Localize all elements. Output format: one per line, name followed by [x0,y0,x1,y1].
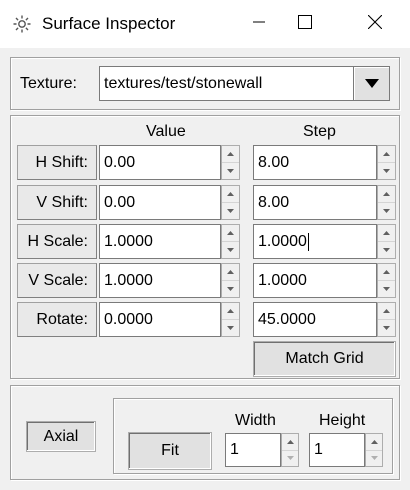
minimize-button[interactable] [236,0,282,48]
spinner-down-icon[interactable] [222,241,239,258]
spinner-down-icon[interactable] [378,319,395,336]
width-label: Width [235,412,276,429]
spinner-up-icon[interactable] [222,146,239,162]
spinner-down-icon[interactable] [378,241,395,258]
v-shift-value-spinner[interactable] [221,185,240,220]
spinner-up-icon[interactable] [282,434,298,450]
spinner-down-icon[interactable] [378,202,395,219]
height-label: Height [319,412,366,429]
spinner-down-icon[interactable] [222,319,239,336]
spinner-up-icon[interactable] [378,186,395,202]
gear-icon [12,14,32,34]
spinner-down-icon[interactable] [222,162,239,179]
h-shift-step-input[interactable]: 8.00 [253,145,377,180]
h-scale-step-text: 1.0000 [258,232,307,250]
spinner-down-icon[interactable] [366,449,382,467]
window-title: Surface Inspector [42,14,176,33]
rotate-value-input[interactable]: 0.0000 [99,302,221,337]
h-scale-label: H Scale: [17,224,97,259]
rotate-label: Rotate: [17,302,97,337]
value-column-header: Value [146,123,186,140]
texture-label: Texture: [20,75,77,92]
v-scale-step-input[interactable]: 1.0000 [253,263,377,298]
v-shift-step-input[interactable]: 8.00 [253,185,377,220]
texture-path-input[interactable]: textures/test/stonewall [99,66,354,101]
v-shift-value-input[interactable]: 0.00 [99,185,221,220]
v-scale-step-spinner[interactable] [377,263,396,298]
close-button[interactable] [352,0,398,48]
rotate-step-input[interactable]: 45.0000 [253,302,377,337]
h-shift-value-spinner[interactable] [221,145,240,180]
h-scale-value-spinner[interactable] [221,224,240,259]
v-shift-step-spinner[interactable] [377,185,396,220]
spinner-up-icon[interactable] [378,225,395,241]
spinner-down-icon[interactable] [282,449,298,467]
spinner-up-icon[interactable] [222,264,239,280]
h-scale-step-spinner[interactable] [377,224,396,259]
h-shift-step-spinner[interactable] [377,145,396,180]
spinner-up-icon[interactable] [222,186,239,202]
spinner-down-icon[interactable] [222,280,239,297]
spinner-up-icon[interactable] [222,225,239,241]
spinner-up-icon[interactable] [378,264,395,280]
fit-width-spinner[interactable] [281,433,299,467]
maximize-icon [298,14,312,34]
spinner-down-icon[interactable] [378,280,395,297]
v-shift-label: V Shift: [17,185,97,220]
step-column-header: Step [303,123,336,140]
spinner-down-icon[interactable] [378,162,395,179]
rotate-value-spinner[interactable] [221,302,240,337]
h-scale-value-input[interactable]: 1.0000 [99,224,221,259]
spinner-down-icon[interactable] [222,202,239,219]
minimize-icon [253,15,265,33]
rotate-step-spinner[interactable] [377,302,396,337]
fit-button[interactable]: Fit [128,432,212,470]
close-icon [367,14,383,34]
v-scale-label: V Scale: [17,263,97,298]
h-shift-value-input[interactable]: 0.00 [99,145,221,180]
h-shift-label: H Shift: [17,145,97,180]
spinner-up-icon[interactable] [378,303,395,319]
h-scale-step-input[interactable]: 1.0000 [253,224,377,259]
title-bar[interactable]: Surface Inspector [0,0,410,48]
maximize-button[interactable] [282,0,328,48]
fit-height-spinner[interactable] [365,433,383,467]
fit-width-input[interactable]: 1 [225,433,281,467]
axial-button[interactable]: Axial [26,421,96,452]
texture-dropdown-button[interactable] [353,66,390,101]
spinner-up-icon[interactable] [222,303,239,319]
match-grid-button[interactable]: Match Grid [253,341,396,377]
spinner-up-icon[interactable] [366,434,382,450]
fit-height-input[interactable]: 1 [309,433,365,467]
v-scale-value-spinner[interactable] [221,263,240,298]
spinner-up-icon[interactable] [378,146,395,162]
triangle-down-icon [364,75,379,93]
v-scale-value-input[interactable]: 1.0000 [99,263,221,298]
text-cursor [307,232,309,251]
